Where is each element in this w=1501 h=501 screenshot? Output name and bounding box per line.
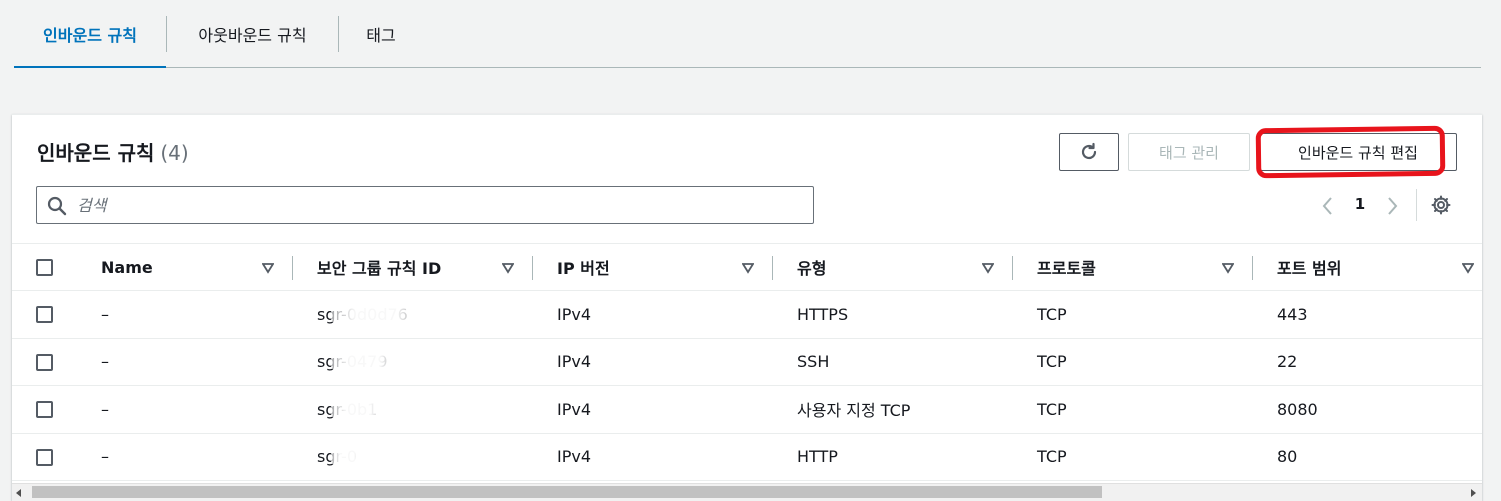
search-icon [47,196,67,216]
manage-tags-button[interactable]: 태그 관리 [1128,133,1250,171]
cell-protocol: TCP [1037,399,1067,419]
cell-name: – [101,352,109,372]
select-all-checkbox[interactable] [36,259,53,276]
column-divider[interactable] [532,256,533,280]
cell-rule-id[interactable]: sgr-0b1 [317,386,382,433]
panel-title: 인바운드 규칙 (4) [37,137,189,166]
horizontal-scrollbar[interactable] [12,483,1482,501]
scroll-right-icon[interactable] [1471,489,1476,497]
tab-outbound-rules[interactable]: 아웃바운드 규칙 [167,0,338,67]
rules-tabs: 인바운드 규칙 아웃바운드 규칙 태그 [14,0,1481,68]
table-header: Name 보안 그룹 규칙 ID IP 버전 유형 프로토콜 포트 범위 [12,243,1482,291]
cell-type: SSH [797,352,830,372]
gear-icon[interactable] [1430,194,1452,216]
table-row[interactable]: – sgr-0d0d76 IPv4 HTTPS TCP 443 [12,291,1482,339]
cell-name: – [101,447,109,467]
edit-inbound-rules-button[interactable]: 인바운드 규칙 편집 [1259,133,1457,171]
tab-inbound-rules[interactable]: 인바운드 규칙 [14,0,166,68]
cell-port-range: 80 [1277,447,1298,467]
row-checkbox[interactable] [36,306,53,323]
previous-page-icon[interactable] [1318,195,1338,217]
sort-icon[interactable] [1462,262,1474,274]
sort-icon[interactable] [502,262,514,274]
cell-type: HTTP [797,447,838,467]
search-input[interactable] [77,187,807,223]
inbound-rules-panel: 인바운드 규칙(4) 태그 관리 인바운드 규칙 편집 1 Name [12,114,1482,501]
cell-port-range: 443 [1277,304,1308,324]
column-header-protocol[interactable]: 프로토콜 [1037,244,1096,290]
cell-type: HTTPS [797,304,849,324]
table-row[interactable]: – sgr-0479 IPv4 SSH TCP 22 [12,339,1482,386]
cell-protocol: TCP [1037,447,1067,467]
pager-divider [1416,189,1417,221]
cell-rule-id[interactable]: sgr-0d0d76 [317,291,412,338]
scrollbar-thumb[interactable] [32,486,1102,498]
rules-table: Name 보안 그룹 규칙 ID IP 버전 유형 프로토콜 포트 범위 – s… [12,243,1482,481]
cell-ip-version: IPv4 [557,399,592,419]
row-checkbox[interactable] [36,448,53,466]
sort-icon[interactable] [742,262,754,274]
column-divider[interactable] [1012,256,1013,280]
cell-ip-version: IPv4 [557,352,592,372]
column-divider[interactable] [1252,256,1253,280]
cell-ip-version: IPv4 [557,447,592,467]
column-header-name[interactable]: Name [101,244,153,290]
rule-id-text[interactable]: sgr-0b1 [317,400,382,419]
tab-tags[interactable]: 태그 [339,0,423,67]
cell-rule-id[interactable]: sgr-0 [317,434,361,481]
sort-icon[interactable] [982,262,994,274]
rule-id-text[interactable]: sgr-0 [317,447,361,466]
search-box [36,186,814,224]
sort-icon[interactable] [262,262,274,274]
column-header-type[interactable]: 유형 [797,244,826,290]
refresh-icon [1081,142,1097,160]
table-row[interactable]: – sgr-0 IPv4 HTTP TCP 80 [12,434,1482,481]
cell-rule-id[interactable]: sgr-0479 [317,339,392,386]
cell-type: 사용자 지정 TCP [797,401,911,421]
cell-name: – [101,399,109,419]
column-header-port-range[interactable]: 포트 범위 [1277,244,1341,290]
column-header-ip-version[interactable]: IP 버전 [557,244,610,290]
rule-count: (4) [160,141,189,165]
column-divider[interactable] [772,256,773,280]
rule-id-text[interactable]: sgr-0d0d76 [317,305,412,324]
cell-name: – [101,304,109,324]
scroll-left-icon[interactable] [16,489,21,497]
sort-icon[interactable] [1222,262,1234,274]
cell-port-range: 22 [1277,352,1298,372]
column-divider[interactable] [292,256,293,280]
refresh-button[interactable] [1059,133,1119,171]
cell-ip-version: IPv4 [557,304,592,324]
current-page[interactable]: 1 [1350,195,1370,213]
panel-title-text: 인바운드 규칙 [37,141,155,165]
rule-id-text[interactable]: sgr-0479 [317,352,392,371]
cell-protocol: TCP [1037,352,1067,372]
cell-protocol: TCP [1037,304,1067,324]
column-header-rule-id[interactable]: 보안 그룹 규칙 ID [317,244,441,290]
row-checkbox[interactable] [36,401,53,418]
table-row[interactable]: – sgr-0b1 IPv4 사용자 지정 TCP TCP 8080 [12,386,1482,434]
next-page-icon[interactable] [1382,195,1402,217]
row-checkbox[interactable] [36,353,53,371]
cell-port-range: 8080 [1277,399,1318,419]
